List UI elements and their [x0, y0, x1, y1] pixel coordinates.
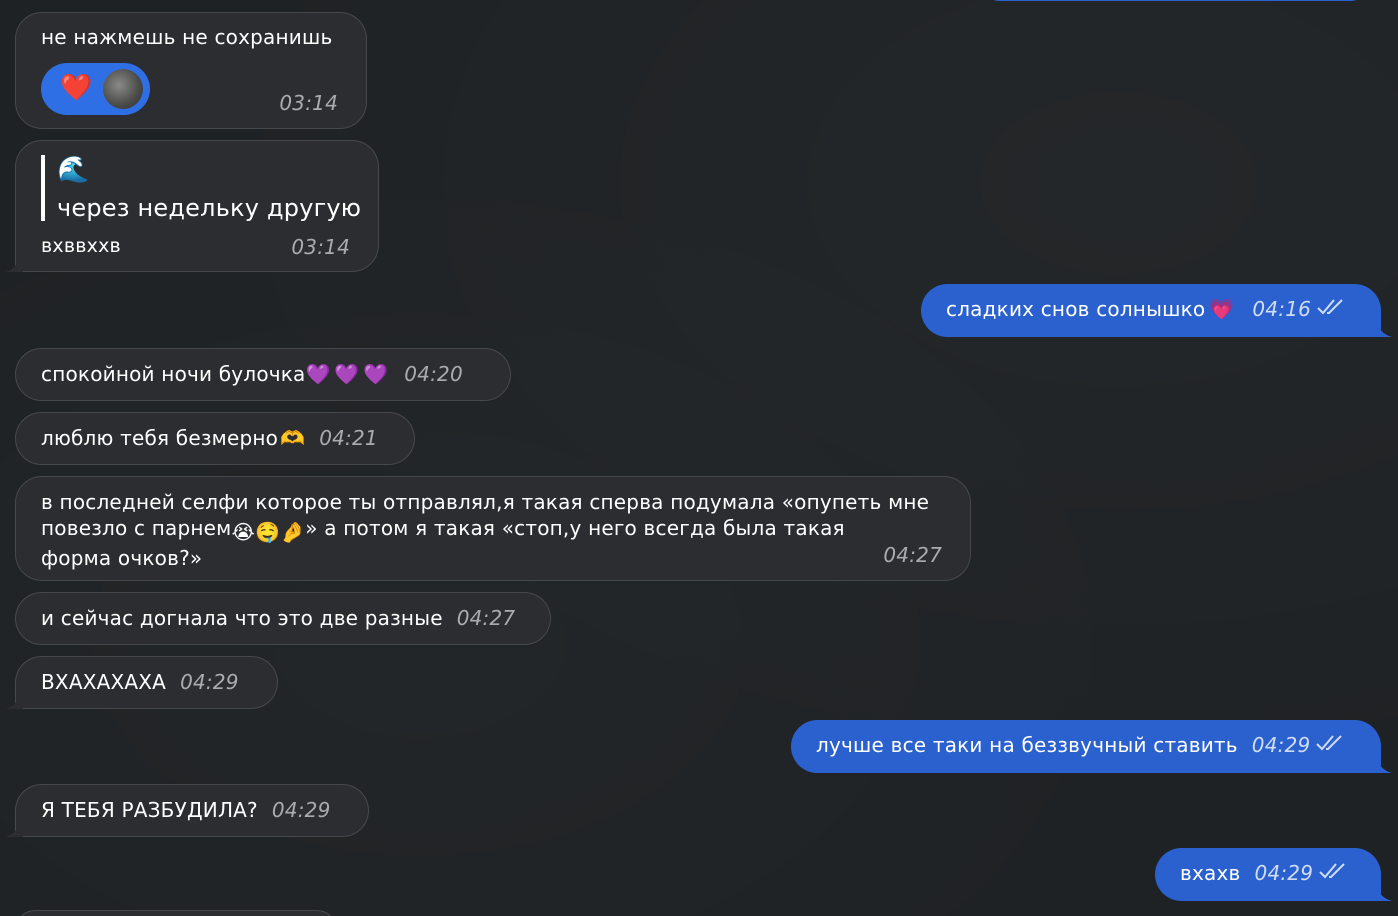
incoming-message[interactable]: ВХАХАХАХА 04:29 — [15, 656, 278, 709]
message-fragment: повезло с парнем — [41, 516, 232, 540]
wave-icon: 🌊 — [57, 155, 90, 185]
heart-hands-icon: 🫶 — [280, 426, 306, 450]
outgoing-message[interactable]: лучше все таки на беззвучный ставить 04:… — [791, 720, 1381, 773]
message-time: 04:27 — [456, 606, 516, 630]
purple-hearts-icon: 💜💜💜 — [305, 362, 393, 386]
bubble-tail — [1374, 883, 1392, 901]
bubble-tail — [1374, 755, 1392, 773]
message-text: не нажмешь не сохранишь — [41, 25, 333, 49]
message-time: 04:29 — [271, 798, 331, 822]
message-fragment: » а потом я такая «стоп,у него всегда бы… — [305, 516, 845, 540]
chat-history[interactable]: не нажмешь не сохранишь ❤️ 03:14 🌊 через… — [0, 0, 1398, 916]
message-text: вхахв — [1180, 861, 1241, 885]
message-time: 04:20 — [404, 362, 463, 386]
message-text: лучше все таки на беззвучный ставить — [816, 733, 1238, 757]
reaction-badge[interactable]: ❤️ — [41, 63, 150, 115]
crying-drooling-pinched-icons: 😭🤤🤌 — [231, 520, 306, 544]
message-text: вхввххв — [41, 235, 121, 257]
double-check-icon — [1317, 296, 1347, 322]
bubble-tail — [5, 819, 23, 837]
message-text: спокойной ночи булочка — [41, 362, 306, 386]
message-time: 04:16 — [1252, 297, 1312, 321]
message-text: Я ТЕБЯ РАЗБУДИЛА? — [41, 798, 258, 822]
message-text: и сейчас догнала что это две разные — [41, 606, 443, 630]
message-time: 04:29 — [1254, 861, 1314, 885]
incoming-message[interactable]: в последней селфи которое ты отправлял,я… — [15, 476, 971, 581]
message-time: 03:14 — [291, 235, 350, 259]
message-text: сладких снов солнышко — [946, 297, 1206, 321]
reactor-avatar — [103, 69, 143, 109]
outgoing-message[interactable]: вхахв 04:29 — [1155, 848, 1381, 901]
heart-reaction-icon: ❤️ — [60, 73, 93, 103]
message-time: 03:14 — [279, 91, 338, 115]
incoming-message[interactable]: и сейчас догнала что это две разные 04:2… — [15, 592, 551, 645]
message-text: люблю тебя безмерно — [41, 426, 279, 450]
next-message-edge — [15, 910, 337, 916]
double-check-icon — [1316, 732, 1346, 758]
heart-icon: 💗 — [1209, 297, 1235, 321]
previous-message-edge — [985, 0, 1365, 1]
incoming-message[interactable]: люблю тебя безмерно 🫶 04:21 — [15, 412, 415, 465]
bubble-tail — [1374, 319, 1392, 337]
double-check-icon — [1319, 860, 1349, 886]
message-line: в последней селфи которое ты отправлял,я… — [41, 490, 930, 514]
incoming-message[interactable]: не нажмешь не сохранишь ❤️ 03:14 — [15, 12, 367, 129]
bubble-tail — [5, 254, 23, 272]
message-time: 04:27 — [883, 543, 942, 567]
reply-quote[interactable]: 🌊 через недельку другую — [41, 155, 362, 222]
incoming-message[interactable]: спокойной ночи булочка 💜💜💜 04:20 — [15, 348, 511, 401]
message-text: в последней селфи которое ты отправлял,я… — [41, 489, 929, 571]
message-line: форма очков?» — [41, 546, 203, 570]
outgoing-message[interactable]: сладких снов солнышко 💗 04:16 — [921, 284, 1381, 337]
message-text: ВХАХАХАХА — [41, 670, 167, 694]
message-time: 04:29 — [1251, 733, 1311, 757]
message-time: 04:21 — [319, 426, 378, 450]
incoming-message[interactable]: Я ТЕБЯ РАЗБУДИЛА? 04:29 — [15, 784, 369, 837]
reply-text: через недельку другую — [57, 194, 362, 222]
message-time: 04:29 — [180, 670, 239, 694]
message-line: повезло с парнем😭🤤🤌» а потом я такая «ст… — [41, 515, 929, 545]
incoming-message[interactable]: 🌊 через недельку другую вхввххв 03:14 — [15, 140, 379, 272]
bubble-tail — [5, 691, 23, 709]
